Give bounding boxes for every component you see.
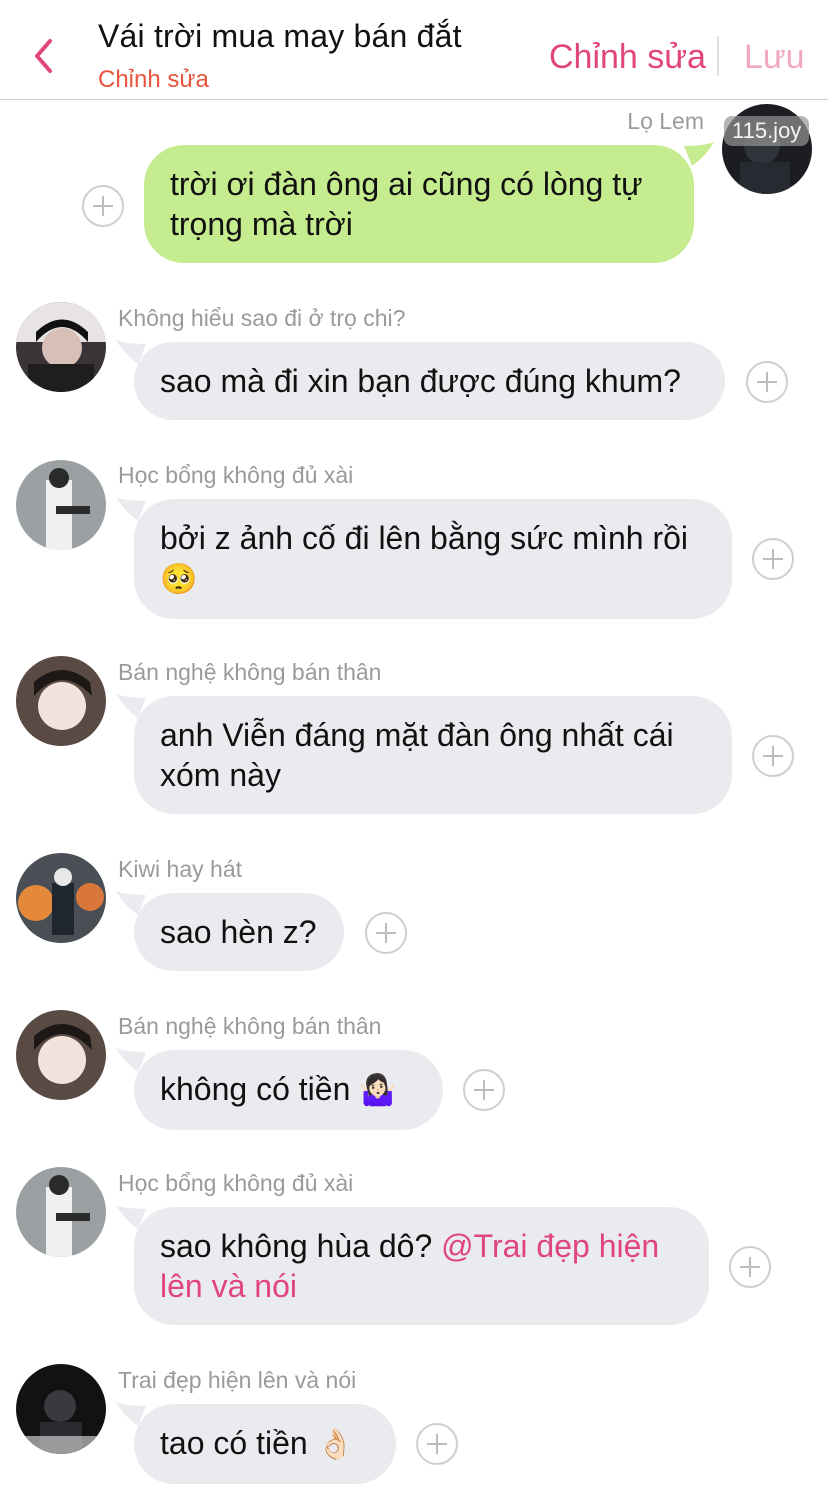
add-reaction-icon[interactable] [752, 538, 794, 580]
message-text: bởi z ảnh cố đi lên bằng sức mình rồi [160, 520, 689, 556]
message-text: sao mà đi xin bạn được đúng khum? [160, 363, 681, 399]
message-bubble[interactable]: sao mà đi xin bạn được đúng khum? [134, 342, 725, 420]
message-bubble[interactable]: anh Viễn đáng mặt đàn ông nhất cái xóm n… [134, 696, 732, 814]
message-text: sao hèn z? [160, 914, 317, 950]
sender-name: Học bổng không đủ xài [118, 1170, 354, 1196]
message-bubble[interactable]: sao hèn z? [134, 893, 344, 971]
avatar[interactable] [16, 302, 106, 392]
sender-name: Không hiểu sao đi ở trọ chi? [118, 305, 406, 331]
message-bubble[interactable]: trời ơi đàn ông ai cũng có lòng tự trọng… [144, 145, 694, 263]
chat-title: Vái trời mua may bán đắt [98, 18, 462, 54]
add-reaction-icon[interactable] [729, 1246, 771, 1288]
sender-name: Trai đẹp hiện lên và nói [118, 1367, 357, 1393]
add-reaction-icon[interactable] [752, 735, 794, 777]
bubble-tail [684, 142, 714, 166]
message-text: anh Viễn đáng mặt đàn ông nhất cái xóm n… [160, 717, 674, 793]
edit-button[interactable]: Chỉnh sửa [549, 38, 706, 77]
sender-name: Học bổng không đủ xài [118, 462, 354, 488]
header-divider [717, 36, 719, 76]
chevron-left-icon [35, 39, 52, 73]
add-reaction-icon[interactable] [746, 361, 788, 403]
sender-name: Kiwi hay hát [118, 856, 243, 882]
message-text: trời ơi đàn ông ai cũng có lòng tự trọng… [170, 166, 643, 242]
avatar[interactable] [16, 1167, 106, 1257]
chat-header: Vái trời mua may bán đắt Chỉnh sửa Chỉnh… [0, 0, 828, 100]
chat-subtitle[interactable]: Chỉnh sửa [98, 66, 209, 94]
message-text: sao không hùa dô? [160, 1228, 433, 1264]
avatar[interactable] [16, 460, 106, 550]
avatar[interactable] [16, 853, 106, 943]
sender-name: Bán nghệ không bán thân [118, 659, 382, 685]
message-bubble[interactable]: bởi z ảnh cố đi lên bằng sức mình rồi 🥺 [134, 499, 732, 619]
pleading-face-emoji: 🥺 [160, 562, 198, 597]
ok-hand-emoji: 👌🏻 [316, 1427, 354, 1462]
message-bubble[interactable]: tao có tiền 👌🏻 [134, 1404, 396, 1484]
back-button[interactable] [28, 34, 62, 78]
message-bubble[interactable]: sao không hùa dô? @Trai đẹp hiện lên và … [134, 1207, 709, 1325]
add-reaction-icon[interactable] [365, 912, 407, 954]
message-bubble[interactable]: không có tiền 🤷🏻‍♀️ [134, 1050, 443, 1130]
message-text: tao có tiền [160, 1425, 308, 1461]
add-reaction-icon[interactable] [82, 185, 124, 227]
shrug-emoji: 🤷🏻‍♀️ [359, 1073, 397, 1108]
add-reaction-icon[interactable] [463, 1069, 505, 1111]
sender-name: Bán nghệ không bán thân [118, 1013, 382, 1039]
avatar[interactable] [16, 1010, 106, 1100]
add-reaction-icon[interactable] [416, 1423, 458, 1465]
user-tag-badge: 115.joy [724, 116, 810, 146]
avatar[interactable] [16, 1364, 106, 1454]
avatar[interactable] [16, 656, 106, 746]
sender-name: Lọ Lem [627, 108, 704, 134]
save-button[interactable]: Lưu [744, 38, 805, 77]
message-text: không có tiền [160, 1071, 351, 1107]
